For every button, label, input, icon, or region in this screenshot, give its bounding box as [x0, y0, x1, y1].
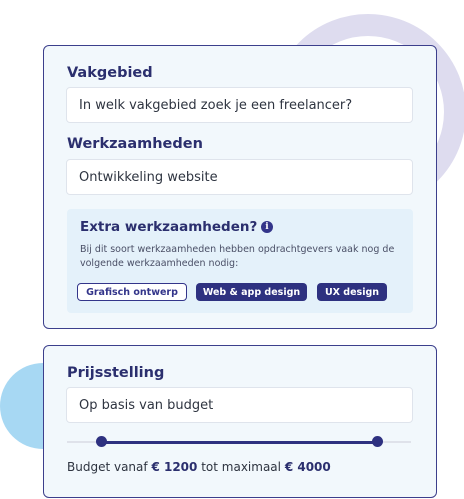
- slider-max-handle[interactable]: [371, 436, 383, 447]
- slider-range-fill: [101, 441, 377, 444]
- chip-grafisch-ontwerp[interactable]: Grafisch ontwerp: [77, 283, 187, 301]
- extra-tasks-description: Bij dit soort werkzaamheden hebben opdra…: [80, 244, 395, 269]
- pricing-select-value: Op basis van budget: [79, 397, 214, 413]
- tasks-input[interactable]: Ontwikkeling website: [66, 159, 413, 195]
- budget-range-slider[interactable]: [67, 436, 411, 448]
- field-input-placeholder: In welk vakgebied zoek je een freelancer…: [79, 97, 353, 113]
- budget-prefix: Budget vanaf: [67, 460, 148, 474]
- chip-ux-design[interactable]: UX design: [317, 283, 387, 301]
- pricing-label: Prijsstelling: [67, 365, 165, 381]
- tasks-input-value: Ontwikkeling website: [79, 169, 218, 185]
- extra-tasks-panel: Extra werkzaamheden? i Bij dit soort wer…: [67, 209, 413, 313]
- extra-tasks-title: Extra werkzaamheden?: [80, 219, 258, 235]
- slider-min-handle[interactable]: [96, 436, 108, 447]
- job-details-card: Vakgebied In welk vakgebied zoek je een …: [43, 45, 437, 329]
- field-label: Vakgebied: [67, 65, 153, 81]
- pricing-select[interactable]: Op basis van budget: [66, 387, 413, 423]
- pricing-card: Prijsstelling Op basis van budget Budget…: [43, 345, 437, 498]
- budget-middle: tot maximaal: [201, 460, 281, 474]
- chip-label: Grafisch ontwerp: [86, 286, 178, 298]
- field-input[interactable]: In welk vakgebied zoek je een freelancer…: [66, 87, 413, 123]
- tasks-label: Werkzaamheden: [67, 136, 203, 152]
- budget-min-value: € 1200: [151, 460, 198, 474]
- budget-summary: Budget vanaf € 1200 tot maximaal € 4000: [67, 460, 331, 474]
- chip-label: Web & app design: [202, 286, 301, 298]
- chip-label: UX design: [324, 286, 380, 298]
- chip-web-app-design[interactable]: Web & app design: [196, 283, 307, 301]
- budget-max-value: € 4000: [284, 460, 331, 474]
- info-icon[interactable]: i: [261, 221, 273, 233]
